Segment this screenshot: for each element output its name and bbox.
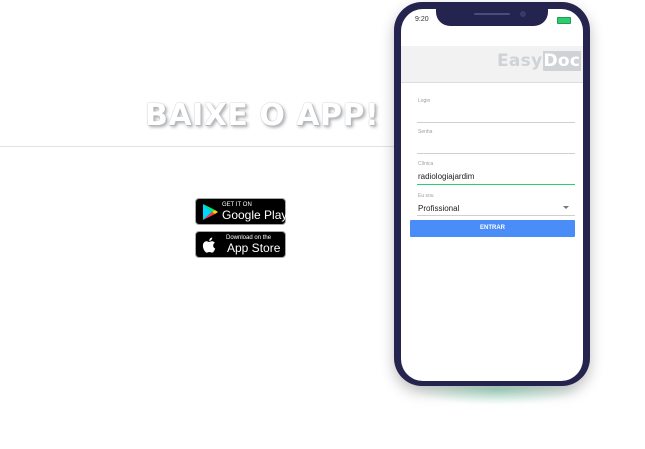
- status-time: 9:20: [415, 16, 429, 23]
- role-underline: [417, 215, 575, 216]
- app-logo: EasyDoc: [497, 51, 582, 71]
- speaker-icon: [474, 13, 510, 15]
- enter-button[interactable]: ENTRAR: [410, 220, 575, 237]
- section-divider: [0, 146, 395, 147]
- hero-headline: BAIXE O APP!: [145, 98, 380, 133]
- role-select[interactable]: Profissional: [418, 204, 459, 213]
- camera-icon: [520, 11, 526, 17]
- google-play-big-text: Google Play: [222, 208, 288, 222]
- app-store-badge[interactable]: Download on the App Store: [195, 231, 286, 258]
- role-label: Eu sou: [418, 193, 434, 199]
- clinic-label: Clínica: [418, 161, 434, 167]
- password-underline: [417, 153, 575, 154]
- clinic-field[interactable]: radiologiajardim: [418, 172, 474, 181]
- login-underline: [417, 122, 575, 123]
- phone-notch: [436, 7, 548, 26]
- login-label: Login: [418, 98, 431, 104]
- app-store-big-text: App Store: [227, 241, 281, 255]
- apple-icon: [202, 237, 216, 253]
- google-play-icon: [203, 204, 218, 220]
- logo-part-doc: Doc: [542, 51, 582, 71]
- chevron-down-icon[interactable]: [563, 206, 569, 209]
- password-label: Senha: [418, 129, 433, 135]
- logo-part-easy: Easy: [497, 51, 543, 71]
- clinic-underline: [417, 184, 575, 185]
- battery-icon: [557, 17, 571, 24]
- google-play-badge[interactable]: GET IT ON Google Play: [195, 198, 288, 225]
